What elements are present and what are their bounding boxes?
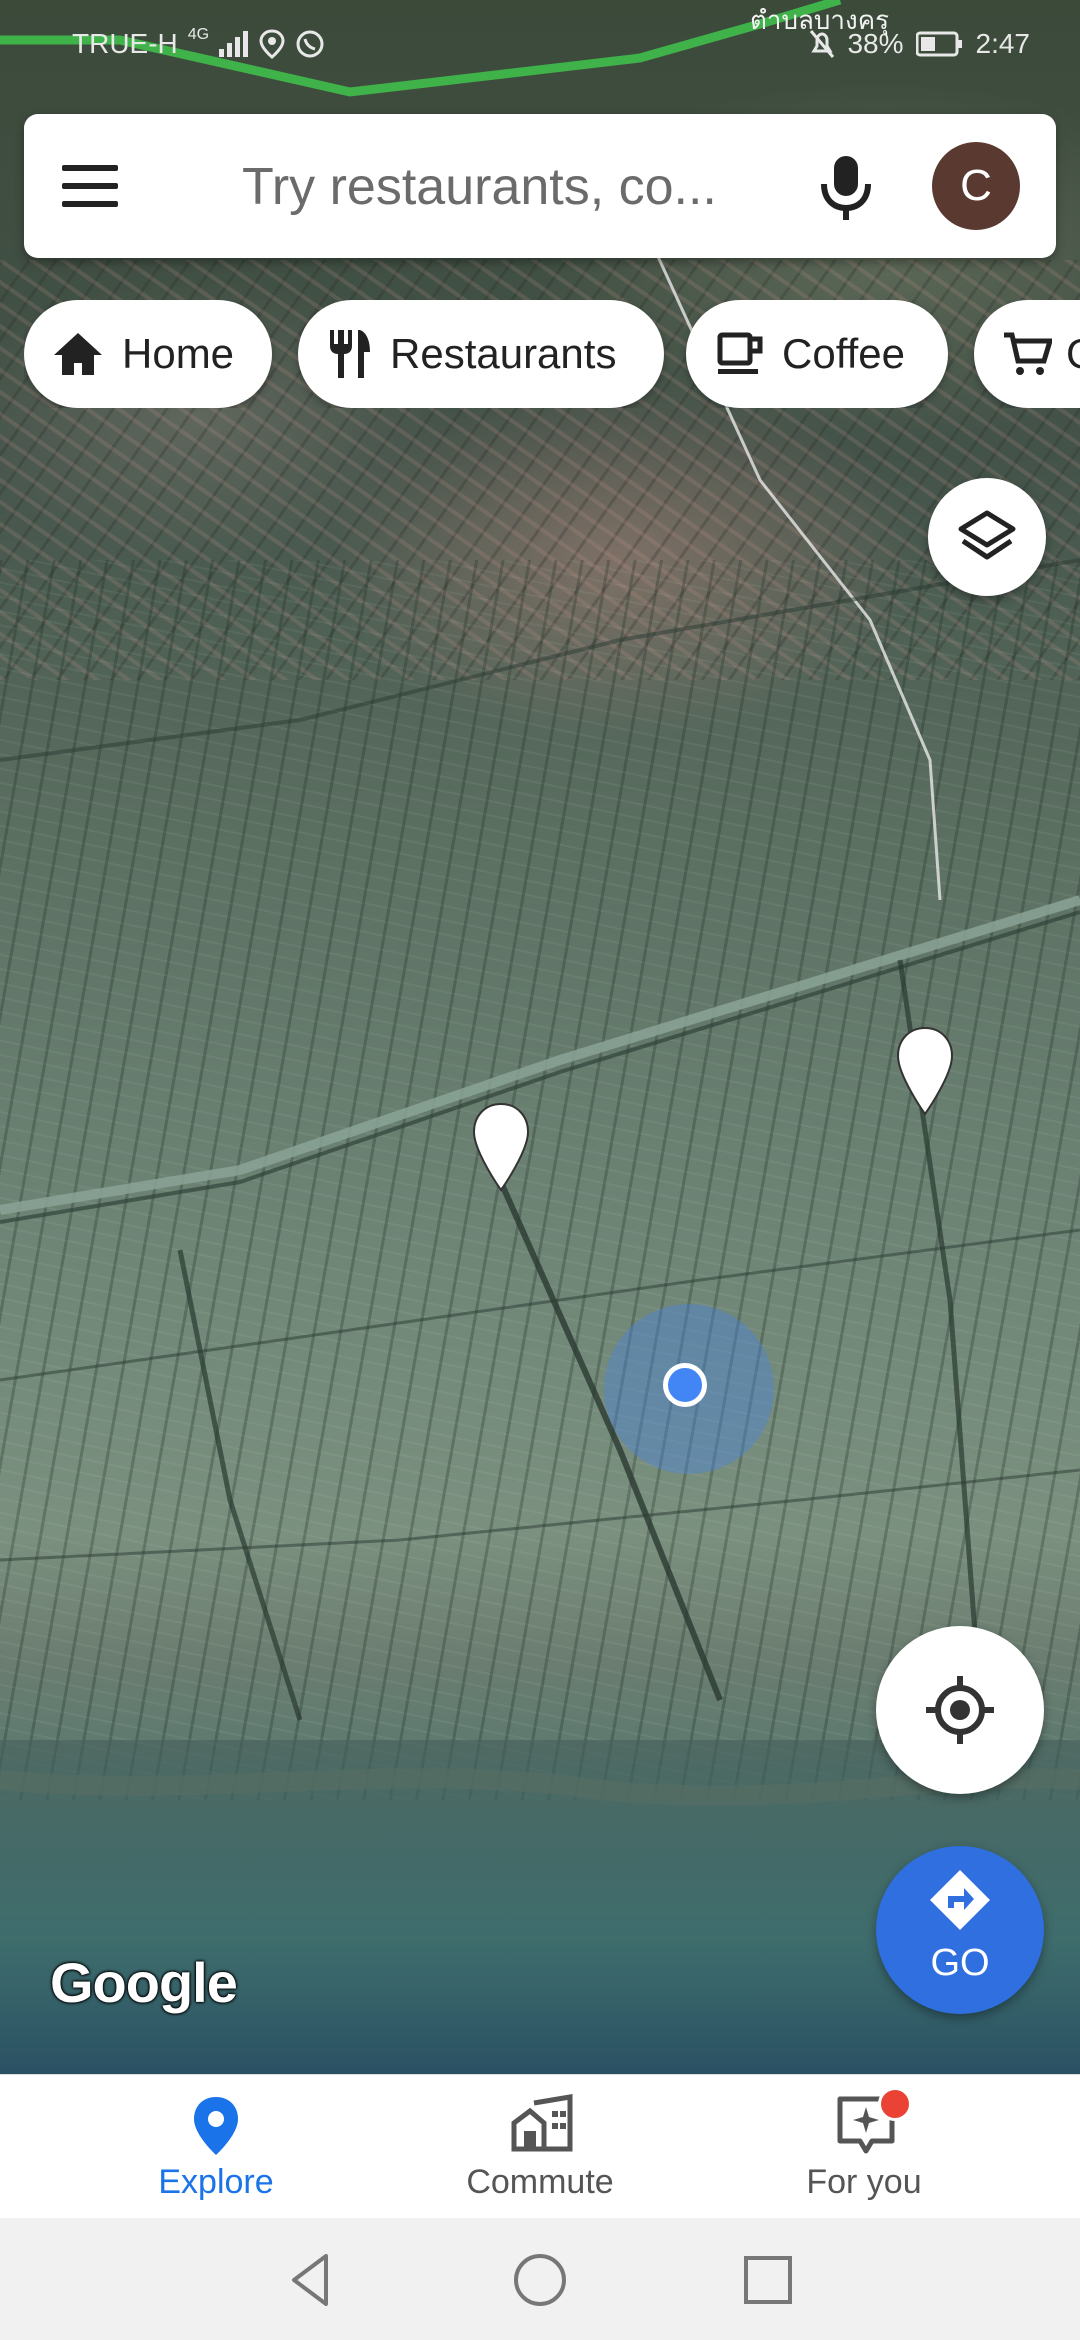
- account-avatar[interactable]: C: [932, 142, 1020, 230]
- bottom-navigation: Explore Commute For you: [0, 2074, 1080, 2219]
- status-bar: TRUE-H 4G ตำบลบางครุ 38% 2:47: [0, 0, 1080, 90]
- menu-icon-line: [62, 201, 118, 207]
- chip-label: Restaurants: [390, 330, 617, 377]
- notification-badge: [878, 2087, 912, 2121]
- go-directions-button[interactable]: GO: [876, 1846, 1044, 2014]
- layers-button[interactable]: [928, 478, 1046, 596]
- commute-icon: [511, 2094, 573, 2152]
- menu-icon-line: [62, 183, 118, 189]
- search-input[interactable]: [240, 154, 784, 220]
- crosshair-icon: [926, 1676, 994, 1744]
- map-place-pin[interactable]: [470, 1100, 532, 1194]
- layers-icon: [958, 510, 1016, 560]
- status-left: TRUE-H 4G: [72, 26, 325, 60]
- whatsapp-icon: [296, 30, 324, 58]
- category-chips: Home Restaurants Coffee G: [24, 300, 1080, 408]
- go-label: GO: [930, 1942, 990, 1984]
- nav-explore[interactable]: Explore: [106, 2075, 326, 2219]
- map-place-pin[interactable]: [894, 1024, 956, 1118]
- battery-icon: [915, 31, 962, 57]
- my-location-dot[interactable]: [663, 1363, 707, 1407]
- nav-commute[interactable]: Commute: [430, 2075, 650, 2219]
- chip-shopping[interactable]: G: [974, 300, 1080, 408]
- chip-home[interactable]: Home: [24, 300, 272, 408]
- location-status-icon: [259, 29, 285, 59]
- directions-icon: [930, 1870, 990, 1930]
- clock-time: 2:47: [975, 28, 1031, 59]
- battery-percent: 38%: [847, 28, 904, 59]
- chip-restaurants[interactable]: Restaurants: [298, 300, 664, 408]
- fork-knife-icon: [330, 330, 370, 378]
- status-right: 38% 2:47: [809, 28, 1030, 60]
- google-watermark: Google: [50, 1951, 238, 2014]
- home-icon: [54, 333, 102, 375]
- carrier-label: TRUE-H: [72, 28, 178, 59]
- back-triangle-icon[interactable]: [280, 2248, 344, 2312]
- search-bar: C: [24, 114, 1056, 258]
- microphone-icon[interactable]: [814, 154, 878, 222]
- chip-label: Coffee: [782, 330, 905, 377]
- chip-label: Home: [122, 330, 235, 377]
- nav-for-you[interactable]: For you: [754, 2075, 974, 2219]
- home-circle-icon[interactable]: [508, 2248, 572, 2312]
- shopping-cart-icon: [1004, 332, 1052, 375]
- nav-label: Explore: [158, 2163, 274, 2201]
- nav-label: Commute: [466, 2163, 614, 2201]
- system-navigation-bar: [0, 2218, 1080, 2340]
- chip-label: G: [1066, 330, 1080, 378]
- menu-button[interactable]: [62, 152, 134, 220]
- network-type: 4G: [187, 26, 210, 43]
- recents-square-icon[interactable]: [736, 2248, 800, 2312]
- mute-bell-icon: [810, 30, 835, 58]
- menu-icon-line: [62, 165, 118, 171]
- nav-label: For you: [806, 2163, 922, 2201]
- chip-coffee[interactable]: Coffee: [686, 300, 948, 408]
- coffee-cup-icon: [717, 332, 763, 374]
- my-location-button[interactable]: [876, 1626, 1044, 1794]
- signal-icon: [219, 31, 249, 57]
- explore-pin-icon: [194, 2097, 238, 2155]
